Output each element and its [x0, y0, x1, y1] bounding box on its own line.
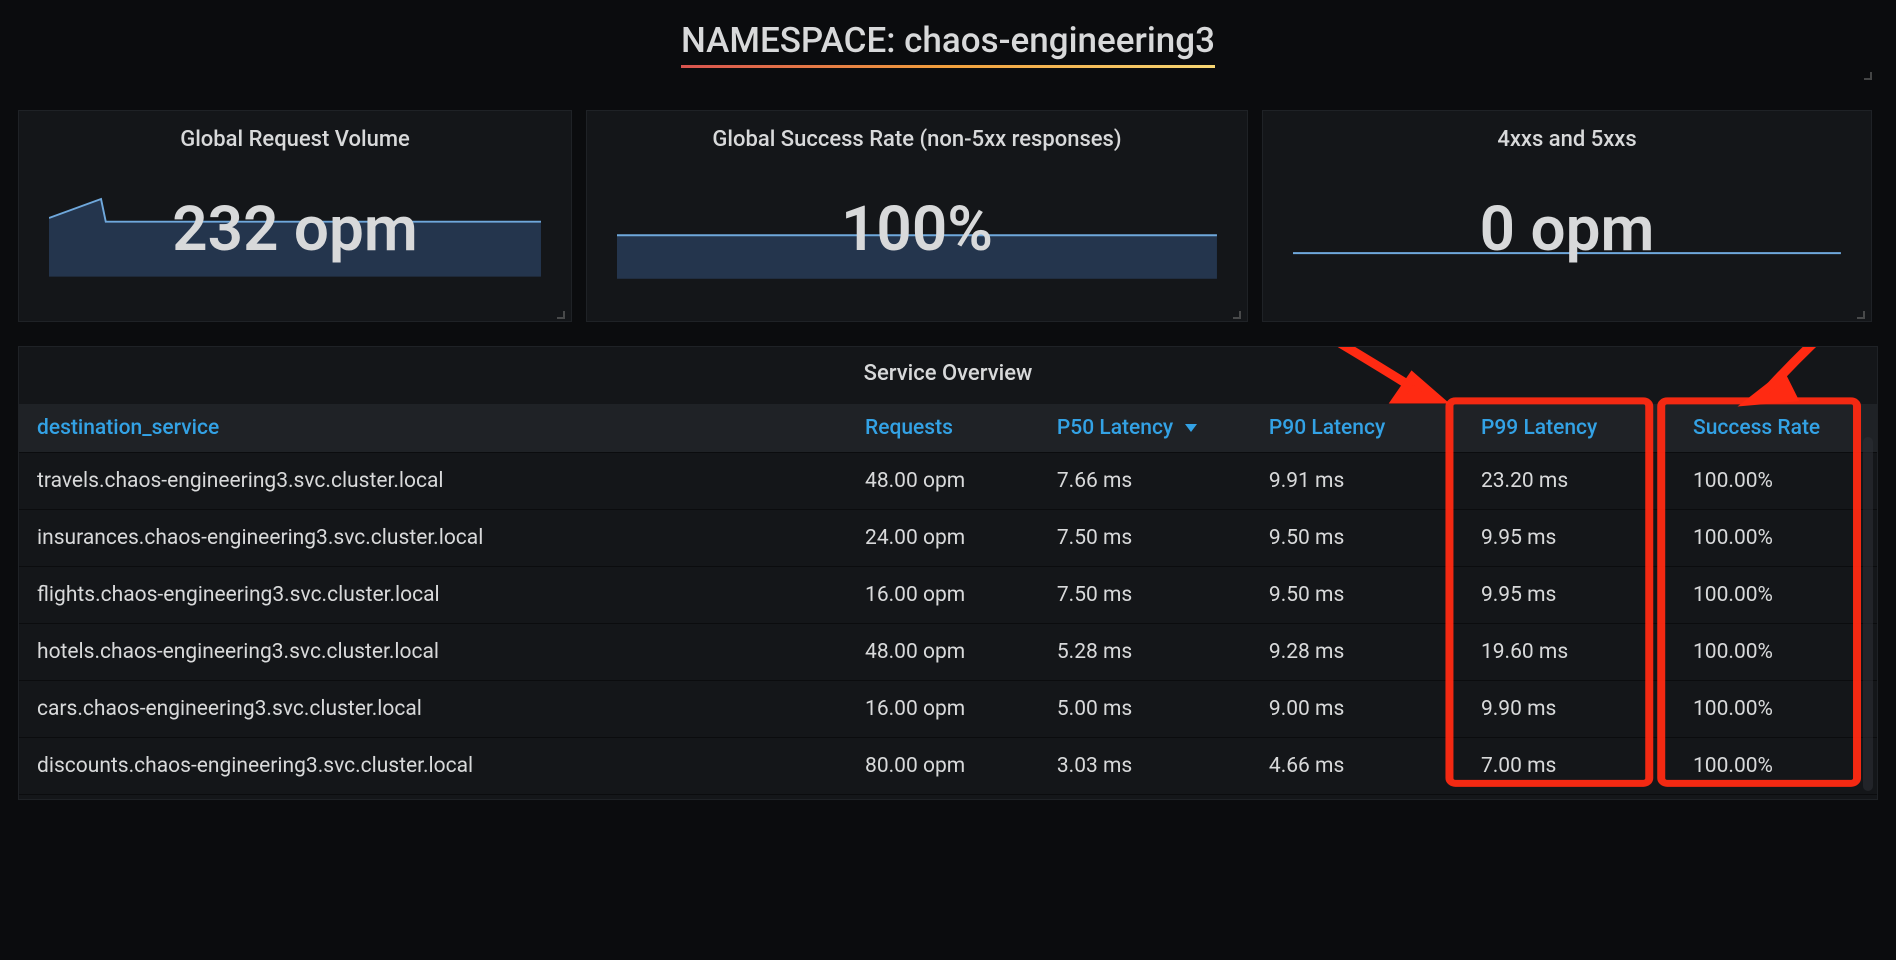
cell-requests: 80.00 opm	[847, 738, 1039, 795]
cell-success-rate: 100.00%	[1675, 510, 1877, 567]
stat-title: 4xxs and 5xxs	[1281, 127, 1853, 152]
col-header-label: P90 Latency	[1269, 416, 1385, 440]
cell-destination-service: cars.chaos-engineering3.svc.cluster.loca…	[19, 681, 847, 738]
cell-success-rate: 100.00%	[1675, 453, 1877, 510]
stat-value: 232 opm	[172, 193, 418, 266]
panel-resize-handle[interactable]	[1231, 309, 1241, 319]
cell-p90-latency: 9.28 ms	[1251, 624, 1463, 681]
panel-resize-handle[interactable]	[1855, 309, 1865, 319]
col-header-label: destination_service	[37, 416, 219, 440]
col-header-success-rate[interactable]: Success Rate	[1675, 404, 1877, 453]
cell-p99-latency: 7.00 ms	[1463, 738, 1675, 795]
stat-card-global-success-rate[interactable]: Global Success Rate (non-5xx responses) …	[586, 110, 1248, 322]
cell-destination-service: insurances.chaos-engineering3.svc.cluste…	[19, 510, 847, 567]
title-panel: NAMESPACE: chaos-engineering3	[18, 12, 1878, 82]
stat-title: Global Success Rate (non-5xx responses)	[605, 127, 1229, 152]
cell-p90-latency: 9.91 ms	[1251, 453, 1463, 510]
sort-desc-icon	[1184, 423, 1198, 433]
col-header-p90-latency[interactable]: P90 Latency	[1251, 404, 1463, 453]
cell-p50-latency: 7.50 ms	[1039, 567, 1251, 624]
table-scrollbar[interactable]	[1863, 437, 1873, 791]
table-row[interactable]: hotels.chaos-engineering3.svc.cluster.lo…	[19, 624, 1877, 681]
cell-destination-service: travels.chaos-engineering3.svc.cluster.l…	[19, 453, 847, 510]
col-header-label: Success Rate	[1693, 416, 1820, 440]
cell-requests: 48.00 opm	[847, 453, 1039, 510]
col-header-label: P50 Latency	[1057, 416, 1173, 440]
col-header-label: Requests	[865, 416, 953, 440]
cell-requests: 48.00 opm	[847, 624, 1039, 681]
cell-p90-latency: 9.50 ms	[1251, 567, 1463, 624]
col-header-p50-latency[interactable]: P50 Latency	[1039, 404, 1251, 453]
table-title: Service Overview	[19, 347, 1877, 404]
stats-row: Global Request Volume 232 opm Global Suc…	[18, 110, 1878, 322]
col-header-label: P99 Latency	[1481, 416, 1597, 440]
table-row[interactable]: discounts.chaos-engineering3.svc.cluster…	[19, 738, 1877, 795]
cell-requests: 24.00 opm	[847, 510, 1039, 567]
cell-p99-latency: 23.20 ms	[1463, 453, 1675, 510]
panel-resize-handle[interactable]	[555, 309, 565, 319]
service-overview-table: destination_service Requests P50 Latency…	[19, 404, 1877, 795]
cell-p90-latency: 9.00 ms	[1251, 681, 1463, 738]
table-row[interactable]: insurances.chaos-engineering3.svc.cluste…	[19, 510, 1877, 567]
col-header-destination-service[interactable]: destination_service	[19, 404, 847, 453]
page-title: NAMESPACE: chaos-engineering3	[681, 20, 1215, 68]
cell-requests: 16.00 opm	[847, 567, 1039, 624]
cell-success-rate: 100.00%	[1675, 681, 1877, 738]
cell-success-rate: 100.00%	[1675, 624, 1877, 681]
cell-p99-latency: 9.90 ms	[1463, 681, 1675, 738]
cell-success-rate: 100.00%	[1675, 567, 1877, 624]
col-header-requests[interactable]: Requests	[847, 404, 1039, 453]
table-row[interactable]: flights.chaos-engineering3.svc.cluster.l…	[19, 567, 1877, 624]
panel-resize-handle[interactable]	[1862, 70, 1872, 80]
cell-destination-service: hotels.chaos-engineering3.svc.cluster.lo…	[19, 624, 847, 681]
table-row[interactable]: travels.chaos-engineering3.svc.cluster.l…	[19, 453, 1877, 510]
cell-p50-latency: 7.50 ms	[1039, 510, 1251, 567]
cell-success-rate: 100.00%	[1675, 738, 1877, 795]
cell-p90-latency: 4.66 ms	[1251, 738, 1463, 795]
stat-title: Global Request Volume	[37, 127, 553, 152]
cell-p99-latency: 19.60 ms	[1463, 624, 1675, 681]
cell-p50-latency: 3.03 ms	[1039, 738, 1251, 795]
cell-requests: 16.00 opm	[847, 681, 1039, 738]
stat-value: 0 opm	[1480, 193, 1655, 266]
cell-p99-latency: 9.95 ms	[1463, 567, 1675, 624]
cell-destination-service: discounts.chaos-engineering3.svc.cluster…	[19, 738, 847, 795]
table-row[interactable]: cars.chaos-engineering3.svc.cluster.loca…	[19, 681, 1877, 738]
stat-card-4xx-5xx[interactable]: 4xxs and 5xxs 0 opm	[1262, 110, 1872, 322]
stat-card-global-request-volume[interactable]: Global Request Volume 232 opm	[18, 110, 572, 322]
cell-p50-latency: 5.28 ms	[1039, 624, 1251, 681]
cell-destination-service: flights.chaos-engineering3.svc.cluster.l…	[19, 567, 847, 624]
service-overview-panel: Service Overview destination_service Req…	[18, 346, 1878, 800]
cell-p50-latency: 7.66 ms	[1039, 453, 1251, 510]
cell-p99-latency: 9.95 ms	[1463, 510, 1675, 567]
cell-p50-latency: 5.00 ms	[1039, 681, 1251, 738]
stat-value: 100%	[841, 193, 993, 266]
col-header-p99-latency[interactable]: P99 Latency	[1463, 404, 1675, 453]
cell-p90-latency: 9.50 ms	[1251, 510, 1463, 567]
